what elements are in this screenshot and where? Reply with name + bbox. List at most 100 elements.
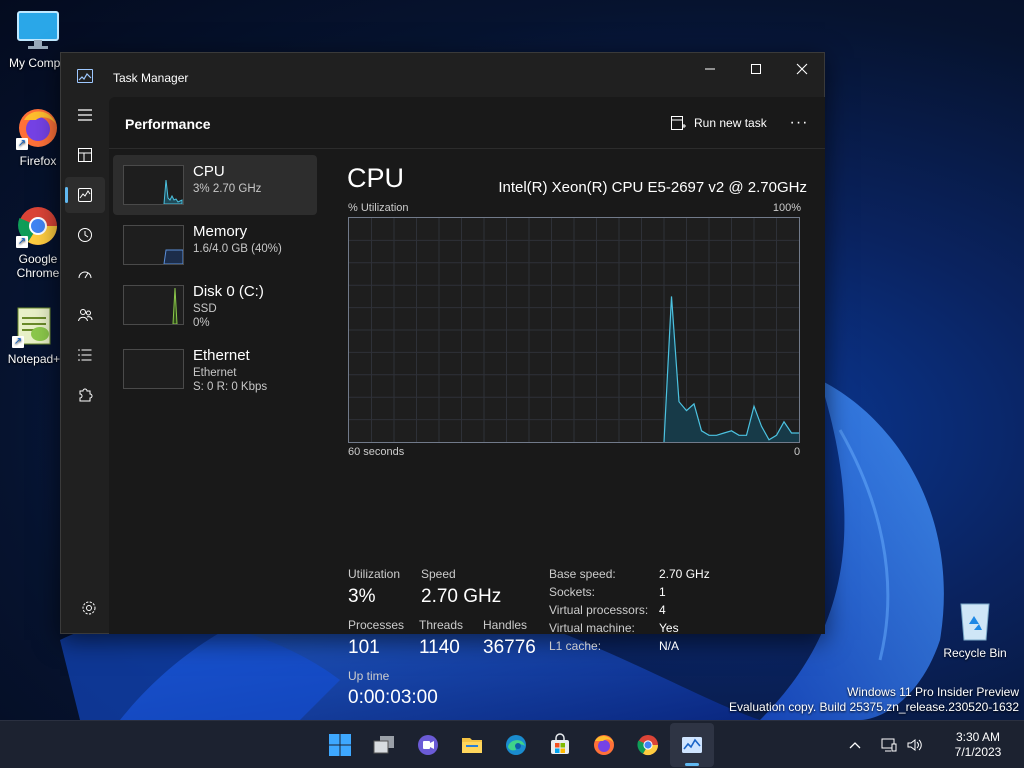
desktop-icon-label: My Compu xyxy=(8,56,67,70)
resource-item-disk[interactable]: Disk 0 (C:) SSD 0% xyxy=(113,275,317,335)
chrome-icon xyxy=(637,735,659,756)
more-options-button[interactable]: ··· xyxy=(783,109,815,137)
resource-item-memory[interactable]: Memory 1.6/4.0 GB (40%) xyxy=(113,215,317,275)
file-explorer-button[interactable] xyxy=(450,723,494,767)
task-view-button[interactable] xyxy=(362,723,406,767)
task-view-icon xyxy=(373,736,394,754)
task-manager-window: Task Manager Performance Run new task ··… xyxy=(60,52,825,708)
chat-button[interactable] xyxy=(406,723,450,767)
spec-sockets-label: Sockets: xyxy=(549,585,596,599)
utilization-label: Utilization xyxy=(348,567,401,581)
minimize-button[interactable] xyxy=(687,53,733,85)
spec-l1-cache-value: N/A xyxy=(659,639,680,653)
start-button[interactable] xyxy=(318,723,362,767)
edge-icon xyxy=(506,735,526,755)
settings-icon[interactable] xyxy=(69,590,109,626)
clock[interactable]: 3:30 AM 7/1/2023 xyxy=(938,730,1018,760)
services-icon[interactable] xyxy=(65,377,105,413)
cpu-mini-graph xyxy=(123,165,184,205)
task-manager-app-icon xyxy=(77,69,93,83)
uptime-value: 0:00:03:00 xyxy=(348,687,438,708)
volume-button[interactable] xyxy=(902,730,928,760)
close-button[interactable] xyxy=(779,53,825,85)
os-watermark: Windows 11 Pro Insider Preview Evaluatio… xyxy=(729,685,1019,715)
desktop-icon-label: Notepad+ xyxy=(7,352,61,366)
desktop-icon-recycle-bin[interactable]: Recycle Bin xyxy=(937,598,1013,660)
threads-value: 1140 xyxy=(419,637,460,658)
hamburger-menu-icon[interactable] xyxy=(65,97,105,133)
edge-button[interactable] xyxy=(494,723,538,767)
maximize-icon xyxy=(751,64,761,74)
resource-name: Disk 0 (C:) xyxy=(193,283,264,300)
task-manager-taskbar-button[interactable] xyxy=(670,723,714,767)
desktop-icon-label: Recycle Bin xyxy=(943,646,1007,660)
spec-base-speed-value: 2.70 GHz xyxy=(659,567,710,581)
handles-value: 36776 xyxy=(483,637,536,658)
handles-label: Handles xyxy=(483,618,528,632)
graph-y-label: % Utilization xyxy=(348,202,409,214)
resource-item-cpu[interactable]: CPU 3% 2.70 GHz xyxy=(113,155,317,215)
watermark-line-2: Evaluation copy. Build 25375.zn_release.… xyxy=(729,700,1019,714)
maximize-button[interactable] xyxy=(733,53,779,85)
resource-item-ethernet[interactable]: Ethernet Ethernet S: 0 R: 0 Kbps xyxy=(113,335,317,399)
ethernet-mini-graph xyxy=(123,349,184,389)
uptime-label: Up time xyxy=(348,669,390,683)
spec-l1-cache-label: L1 cache: xyxy=(549,639,602,653)
minimize-icon xyxy=(705,68,715,70)
taskbar: 3:30 AM 7/1/2023 xyxy=(0,720,1024,768)
spec-sockets-value: 1 xyxy=(659,585,666,599)
speaker-icon xyxy=(907,739,922,751)
speed-value: 2.70 GHz xyxy=(421,586,502,607)
page-header: Performance Run new task ··· xyxy=(109,97,825,149)
store-button[interactable] xyxy=(538,723,582,767)
graph-time-span: 60 seconds xyxy=(348,446,405,458)
details-icon[interactable] xyxy=(65,337,105,373)
more-icon: ··· xyxy=(789,114,809,131)
resource-name: Memory xyxy=(193,223,248,240)
notepadpp-icon: ↗ xyxy=(12,304,56,348)
threads-label: Threads xyxy=(419,618,464,632)
resource-type: SSD xyxy=(193,303,217,315)
utilization-value: 3% xyxy=(348,586,376,607)
spec-virtual-processors-value: 4 xyxy=(659,603,666,617)
speed-label: Speed xyxy=(421,567,456,581)
graph-max-label: 100% xyxy=(772,202,801,214)
chrome-icon: ↗ xyxy=(16,204,60,248)
monitor-icon xyxy=(16,8,60,52)
spec-base-speed-label: Base speed: xyxy=(549,567,616,581)
file-explorer-icon xyxy=(462,738,482,753)
performance-pane: Performance Run new task ··· CPU 3% 2.70… xyxy=(109,97,825,708)
processes-icon[interactable] xyxy=(65,137,105,173)
graph-time-end: 0 xyxy=(794,446,801,458)
task-manager-icon xyxy=(682,737,702,753)
users-icon[interactable] xyxy=(65,297,105,333)
firefox-taskbar-button[interactable] xyxy=(582,723,626,767)
startup-apps-icon[interactable] xyxy=(65,257,105,293)
performance-icon[interactable] xyxy=(65,177,105,213)
network-icon xyxy=(881,738,897,752)
resource-name: Ethernet xyxy=(193,347,250,364)
network-button[interactable] xyxy=(876,730,902,760)
disk-mini-graph xyxy=(123,285,184,325)
resource-detail: 1.6/4.0 GB (40%) xyxy=(193,243,282,255)
processes-label: Processes xyxy=(348,618,405,632)
app-history-icon[interactable] xyxy=(65,217,105,253)
chevron-up-icon xyxy=(849,742,861,749)
show-hidden-icons-button[interactable] xyxy=(842,730,868,760)
run-new-task-button[interactable]: Run new task xyxy=(664,109,773,137)
spec-virtual-machine-value: Yes xyxy=(659,621,679,635)
detail-title: CPU xyxy=(347,163,405,193)
spec-virtual-processors-label: Virtual processors: xyxy=(549,603,649,617)
chrome-taskbar-button[interactable] xyxy=(626,723,670,767)
title-bar[interactable]: Task Manager xyxy=(61,53,824,97)
run-task-icon xyxy=(671,116,686,130)
resource-detail: 3% 2.70 GHz xyxy=(193,183,262,195)
resource-detail: S: 0 R: 0 Kbps xyxy=(193,381,268,393)
cpu-model: Intel(R) Xeon(R) CPU E5-2697 v2 @ 2.70GH… xyxy=(498,179,807,196)
processes-value: 101 xyxy=(348,637,380,658)
recycle-bin-icon xyxy=(953,598,997,642)
navigation-rail xyxy=(61,97,109,634)
desktop-icon-label: Google Chrome xyxy=(16,252,60,280)
cpu-utilization-graph xyxy=(348,217,800,443)
spec-virtual-machine-label: Virtual machine: xyxy=(549,621,635,635)
